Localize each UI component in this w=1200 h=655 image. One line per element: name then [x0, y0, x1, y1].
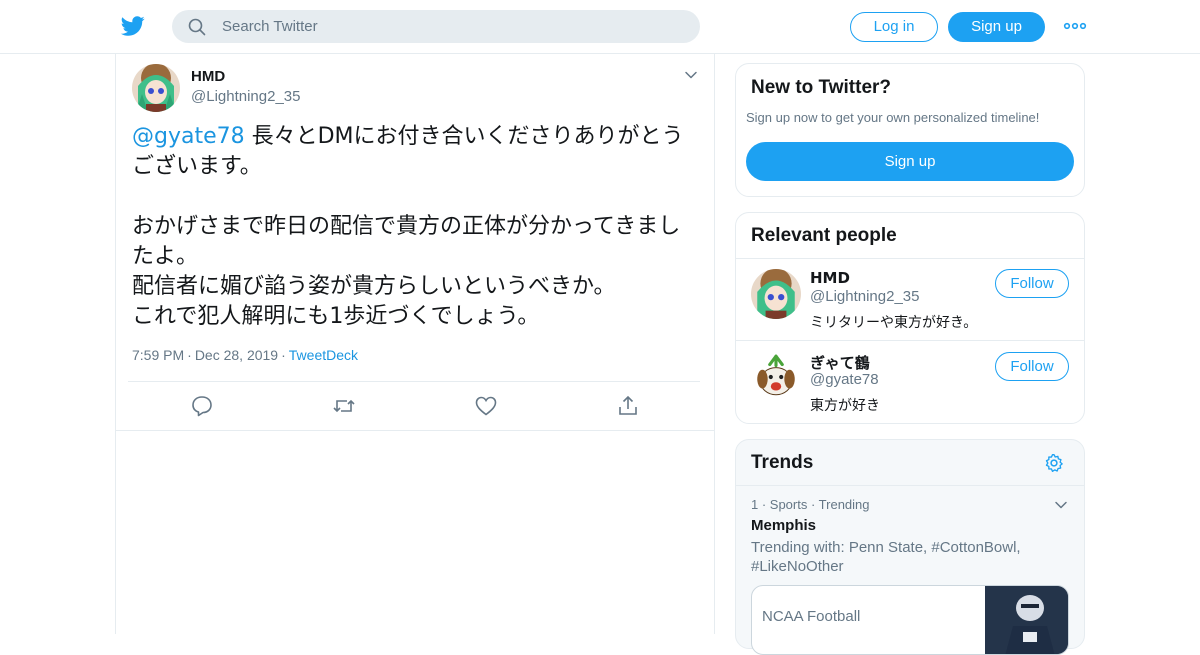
tweet-text-line: これで犯人解明にも1歩近づくでしょう。: [132, 304, 540, 329]
tweet-metadata: 7:59 PM · Dec 28, 2019 · TweetDeck: [132, 347, 358, 363]
trend-news-card[interactable]: NCAA Football: [751, 585, 1069, 655]
tweet-actions: [116, 394, 714, 418]
chevron-down-icon[interactable]: [1054, 498, 1068, 512]
more-options-icon[interactable]: [1062, 16, 1088, 36]
new-to-twitter-card: New to Twitter? Sign up now to get your …: [735, 63, 1085, 197]
tweet-text: @gyate78 長々とDMにお付き合いくださりありがとうございます。 おかげさ…: [132, 122, 702, 332]
search-input[interactable]: [222, 16, 682, 37]
person-bio: 東方が好き: [810, 398, 880, 414]
divider: [736, 485, 1084, 486]
tweet-text-line: 配信者に媚び諂う姿が貴方らしいというべきか。: [132, 274, 616, 299]
search-icon: [188, 18, 206, 36]
trends-card: Trends 1 · Sports · Trending Memphis Tre…: [735, 439, 1085, 655]
person-handle[interactable]: @Lightning2_35: [810, 288, 919, 305]
tweet-author-avatar[interactable]: [132, 64, 180, 112]
tweet-time[interactable]: 7:59 PM: [132, 347, 184, 363]
chevron-down-icon[interactable]: [684, 68, 698, 82]
avatar[interactable]: [751, 269, 801, 319]
like-heart-icon[interactable]: [474, 394, 498, 418]
trend-context: Trending with: Penn State, #CottonBowl, …: [751, 539, 1021, 575]
separator: ·: [187, 347, 192, 363]
tweet-author-name[interactable]: HMD: [191, 68, 225, 85]
follow-button[interactable]: Follow: [995, 269, 1069, 298]
card-title: New to Twitter?: [751, 77, 892, 98]
separator: ·: [281, 347, 286, 363]
news-source: NCAA Football: [762, 608, 861, 625]
card-title: Trends: [751, 452, 814, 473]
gear-icon[interactable]: [1044, 453, 1064, 473]
trend-name[interactable]: Memphis: [751, 517, 816, 534]
follow-button[interactable]: Follow: [995, 352, 1069, 381]
twitter-bird-icon[interactable]: [120, 14, 146, 38]
reply-icon[interactable]: [190, 394, 214, 418]
news-thumbnail: [985, 586, 1068, 654]
login-button[interactable]: Log in: [850, 12, 938, 42]
person-bio: ミリタリーや東方が好き。: [810, 315, 978, 331]
person-item[interactable]: HMD @Lightning2_35 ミリタリーや東方が好き。 Follow: [736, 259, 1084, 341]
tweet-date[interactable]: Dec 28, 2019: [195, 347, 278, 363]
tweet: HMD @Lightning2_35 @gyate78 長々とDMにお付き合いく…: [116, 54, 714, 431]
tweet-mention-link[interactable]: @gyate78: [132, 124, 245, 149]
search-box[interactable]: [172, 10, 700, 43]
divider: [128, 381, 700, 382]
tweet-text-paragraph: おかげさまで昨日の配信で貴方の正体が分かってきましたよ。: [132, 214, 681, 269]
avatar[interactable]: [751, 352, 801, 402]
card-subtitle: Sign up now to get your own personalized…: [746, 110, 1040, 125]
top-navigation-bar: Log in Sign up: [0, 0, 1200, 54]
person-handle[interactable]: @gyate78: [810, 371, 879, 388]
share-icon[interactable]: [616, 394, 640, 418]
person-item[interactable]: ぎゃて鶴 @gyate78 東方が好き Follow: [736, 342, 1084, 424]
retweet-icon[interactable]: [332, 394, 356, 418]
timeline-column: HMD @Lightning2_35 @gyate78 長々とDMにお付き合いく…: [115, 54, 715, 634]
trend-meta: 1 · Sports · Trending: [751, 497, 870, 512]
person-name[interactable]: ぎゃて鶴: [810, 352, 870, 373]
card-title: Relevant people: [751, 225, 897, 246]
signup-button[interactable]: Sign up: [948, 12, 1045, 42]
tweet-source-link[interactable]: TweetDeck: [289, 347, 358, 363]
tweet-author-handle[interactable]: @Lightning2_35: [191, 88, 300, 105]
person-name[interactable]: HMD: [810, 269, 850, 287]
relevant-people-card: Relevant people HMD @Lightning2_35 ミリタリー…: [735, 212, 1085, 424]
sidebar-signup-button[interactable]: Sign up: [746, 142, 1074, 181]
